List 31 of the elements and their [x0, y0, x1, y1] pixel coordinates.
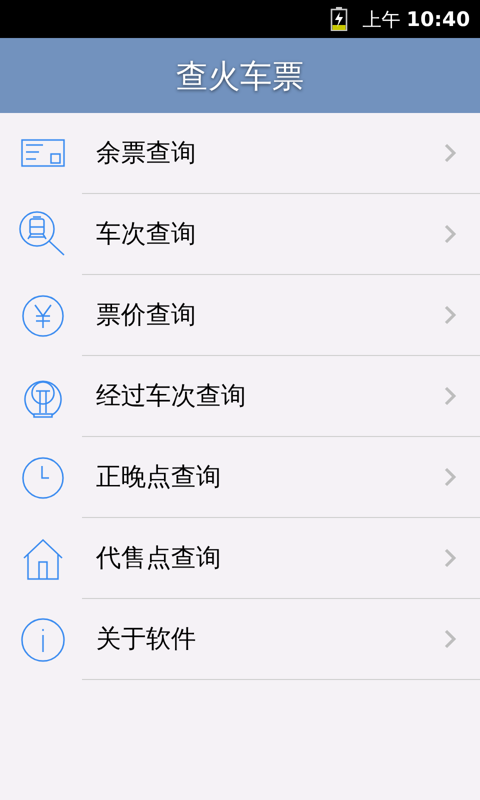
info-icon	[20, 616, 66, 662]
chevron-right-icon	[444, 224, 456, 244]
menu-item[interactable]: 票价查询	[0, 275, 480, 356]
chevron-right-icon	[444, 629, 456, 649]
menu-label: 车次查询	[95, 218, 197, 250]
status-time: 10:40	[406, 6, 470, 33]
menu-item[interactable]: 关于软件	[0, 599, 480, 680]
train-search-icon	[18, 210, 66, 258]
chevron-right-icon	[444, 386, 456, 406]
menu-label: 经过车次查询	[95, 380, 247, 412]
status-period: 上午	[362, 8, 400, 33]
house-icon	[22, 538, 62, 580]
battery-charging-icon	[330, 7, 348, 31]
menu-item[interactable]: 经过车次查询	[0, 356, 480, 437]
menu-label: 关于软件	[95, 623, 197, 656]
menu-item[interactable]: 车次查询	[0, 194, 480, 275]
card-icon	[20, 138, 64, 168]
menu-label: 票价查询	[95, 299, 197, 332]
chevron-right-icon	[444, 548, 456, 568]
chevron-right-icon	[444, 305, 456, 325]
menu-item[interactable]: 代售点查询	[0, 518, 480, 599]
menu-item[interactable]: 余票查询	[0, 113, 480, 194]
yuan-icon	[20, 294, 64, 338]
menu-label: 余票查询	[95, 137, 197, 170]
chevron-right-icon	[444, 143, 456, 163]
clock-icon	[20, 456, 64, 500]
app-title: 查火车票	[176, 56, 304, 96]
menu-label: 代售点查询	[95, 542, 222, 574]
menu-item[interactable]: 正晚点查询	[0, 437, 480, 518]
menu-label: 正晚点查询	[95, 461, 222, 494]
chevron-right-icon	[444, 467, 456, 487]
